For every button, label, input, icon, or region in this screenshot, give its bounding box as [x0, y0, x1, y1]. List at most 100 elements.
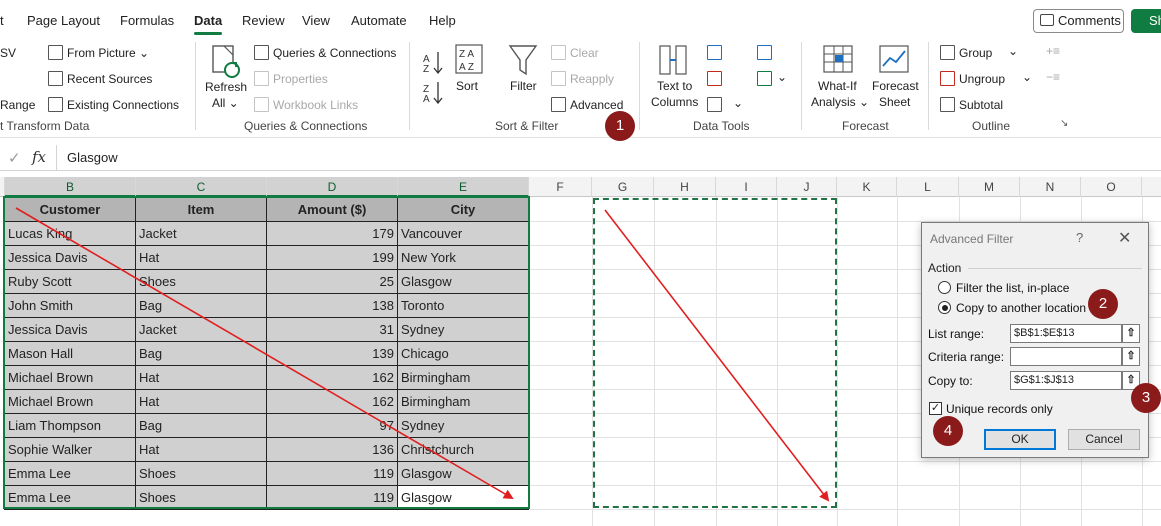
cell-city[interactable]: Glasgow	[397, 461, 529, 486]
tab-formulas[interactable]: Formulas	[120, 13, 174, 28]
cell-amount[interactable]: 119	[266, 485, 398, 510]
sort-button[interactable]: Sort	[456, 79, 478, 93]
cell-amount[interactable]: 162	[266, 365, 398, 390]
properties-button[interactable]: Properties	[273, 72, 328, 86]
cell-amount[interactable]: 31	[266, 317, 398, 342]
table-header-amount[interactable]: Amount ($)	[266, 197, 398, 222]
cell-item[interactable]: Bag	[135, 341, 267, 366]
cell-city[interactable]: New York	[397, 245, 529, 270]
copy-to-location-label[interactable]: Copy to another location	[956, 301, 1086, 315]
column-header-c[interactable]: C	[136, 177, 267, 197]
tab-view[interactable]: View	[302, 13, 330, 28]
cell-customer[interactable]: Ruby Scott	[4, 269, 136, 294]
cell-customer[interactable]: Emma Lee	[4, 485, 136, 510]
cell-customer[interactable]: Lucas King	[4, 221, 136, 246]
insert-function-icon[interactable]: fx	[32, 148, 46, 166]
criteria-range-input[interactable]	[1010, 347, 1122, 366]
column-header-b[interactable]: B	[5, 177, 136, 197]
data-validation-dropdown-icon[interactable]: ⌄	[733, 96, 743, 110]
ungroup-dropdown-icon[interactable]: ⌄	[1022, 70, 1032, 84]
cell-amount[interactable]: 25	[266, 269, 398, 294]
cell-customer[interactable]: Jessica Davis	[4, 245, 136, 270]
tab-automate[interactable]: Automate	[351, 13, 407, 28]
column-header-e[interactable]: E	[398, 177, 529, 197]
help-icon[interactable]: ?	[1076, 230, 1083, 245]
group-dropdown-icon[interactable]: ⌄	[1008, 44, 1018, 58]
data-table[interactable]: Customer Item Amount ($) City Lucas King…	[4, 197, 529, 510]
cell-item[interactable]: Bag	[135, 413, 267, 438]
queries-connections-button[interactable]: Queries & Connections	[273, 46, 396, 60]
cell-amount[interactable]: 136	[266, 437, 398, 462]
column-header-l[interactable]: L	[897, 177, 959, 197]
cancel-button[interactable]: Cancel	[1068, 429, 1140, 450]
cell-city[interactable]: Sydney	[397, 317, 529, 342]
column-header-n[interactable]: N	[1020, 177, 1081, 197]
cell-amount[interactable]: 97	[266, 413, 398, 438]
cell-item[interactable]: Hat	[135, 437, 267, 462]
cell-city[interactable]: Birmingham	[397, 389, 529, 414]
reapply-button[interactable]: Reapply	[570, 72, 614, 86]
comments-button[interactable]: Comments	[1033, 9, 1124, 33]
tab-help[interactable]: Help	[429, 13, 456, 28]
column-header-g[interactable]: G	[592, 177, 654, 197]
tab-file[interactable]: t	[0, 13, 4, 28]
show-detail-icon[interactable]: +≡	[1046, 44, 1060, 58]
cell-customer[interactable]: Michael Brown	[4, 365, 136, 390]
workbook-links-button[interactable]: Workbook Links	[273, 98, 358, 112]
cell-item[interactable]: Shoes	[135, 269, 267, 294]
filter-in-place-label[interactable]: Filter the list, in-place	[956, 281, 1069, 295]
text-to-columns-label-1[interactable]: Text to	[657, 79, 692, 93]
tab-review[interactable]: Review	[242, 13, 285, 28]
cell-item[interactable]: Bag	[135, 293, 267, 318]
close-icon[interactable]: ✕	[1118, 228, 1131, 248]
share-button[interactable]: Sh	[1131, 9, 1161, 33]
list-range-collapse-icon[interactable]: ⇧	[1122, 324, 1140, 343]
cell-customer[interactable]: Liam Thompson	[4, 413, 136, 438]
sort-az-zaicons[interactable]: A Z Z A	[421, 48, 445, 104]
refresh-all-label-1[interactable]: Refresh	[205, 80, 247, 94]
cell-amount[interactable]: 199	[266, 245, 398, 270]
remove-duplicates-icon[interactable]	[707, 71, 722, 86]
copy-to-location-radio[interactable]	[938, 301, 951, 314]
consolidate-icon[interactable]	[757, 45, 772, 60]
cell-amount[interactable]: 162	[266, 389, 398, 414]
flash-fill-icon[interactable]	[707, 45, 722, 60]
filter-in-place-radio[interactable]	[938, 281, 951, 294]
hide-detail-icon[interactable]: −≡	[1046, 70, 1060, 84]
column-header-m[interactable]: M	[959, 177, 1020, 197]
ok-button[interactable]: OK	[984, 429, 1056, 450]
copy-to-input[interactable]: $G$1:$J$13	[1010, 371, 1122, 390]
what-if-label-1[interactable]: What-If	[818, 79, 857, 93]
relationships-icon[interactable]	[757, 71, 772, 86]
from-range-button[interactable]: Range	[0, 98, 35, 112]
cell-customer[interactable]: John Smith	[4, 293, 136, 318]
text-to-columns-label-2[interactable]: Columns	[651, 95, 698, 109]
recent-sources-button[interactable]: Recent Sources	[67, 72, 152, 86]
refresh-all-label-2[interactable]: All ⌄	[212, 96, 239, 110]
outline-dialog-launcher-icon[interactable]: ↘	[1060, 118, 1068, 129]
cell-customer[interactable]: Sophie Walker	[4, 437, 136, 462]
column-header-k[interactable]: K	[837, 177, 897, 197]
cell-item[interactable]: Hat	[135, 245, 267, 270]
column-header-d[interactable]: D	[267, 177, 398, 197]
from-picture-button[interactable]: From Picture ⌄	[67, 46, 149, 60]
column-header-i[interactable]: I	[716, 177, 777, 197]
cell-customer[interactable]: Michael Brown	[4, 389, 136, 414]
relationships-dropdown-icon[interactable]: ⌄	[777, 70, 787, 84]
formula-input[interactable]: Glasgow	[56, 145, 1161, 170]
cell-city[interactable]: Christchurch	[397, 437, 529, 462]
column-header-o[interactable]: O	[1081, 177, 1142, 197]
subtotal-button[interactable]: Subtotal	[959, 98, 1003, 112]
what-if-label-2[interactable]: Analysis ⌄	[811, 95, 869, 109]
cell-city[interactable]: Glasgow	[397, 269, 529, 294]
cell-customer[interactable]: Mason Hall	[4, 341, 136, 366]
advanced-filter-button[interactable]: Advanced	[570, 98, 623, 112]
unique-records-label[interactable]: Unique records only	[946, 402, 1053, 416]
cell-customer[interactable]: Emma Lee	[4, 461, 136, 486]
cell-item[interactable]: Shoes	[135, 461, 267, 486]
table-header-item[interactable]: Item	[135, 197, 267, 222]
list-range-input[interactable]: $B$1:$E$13	[1010, 324, 1122, 343]
cell-item[interactable]: Shoes	[135, 485, 267, 510]
filter-button[interactable]: Filter	[510, 79, 537, 93]
column-header-h[interactable]: H	[654, 177, 716, 197]
